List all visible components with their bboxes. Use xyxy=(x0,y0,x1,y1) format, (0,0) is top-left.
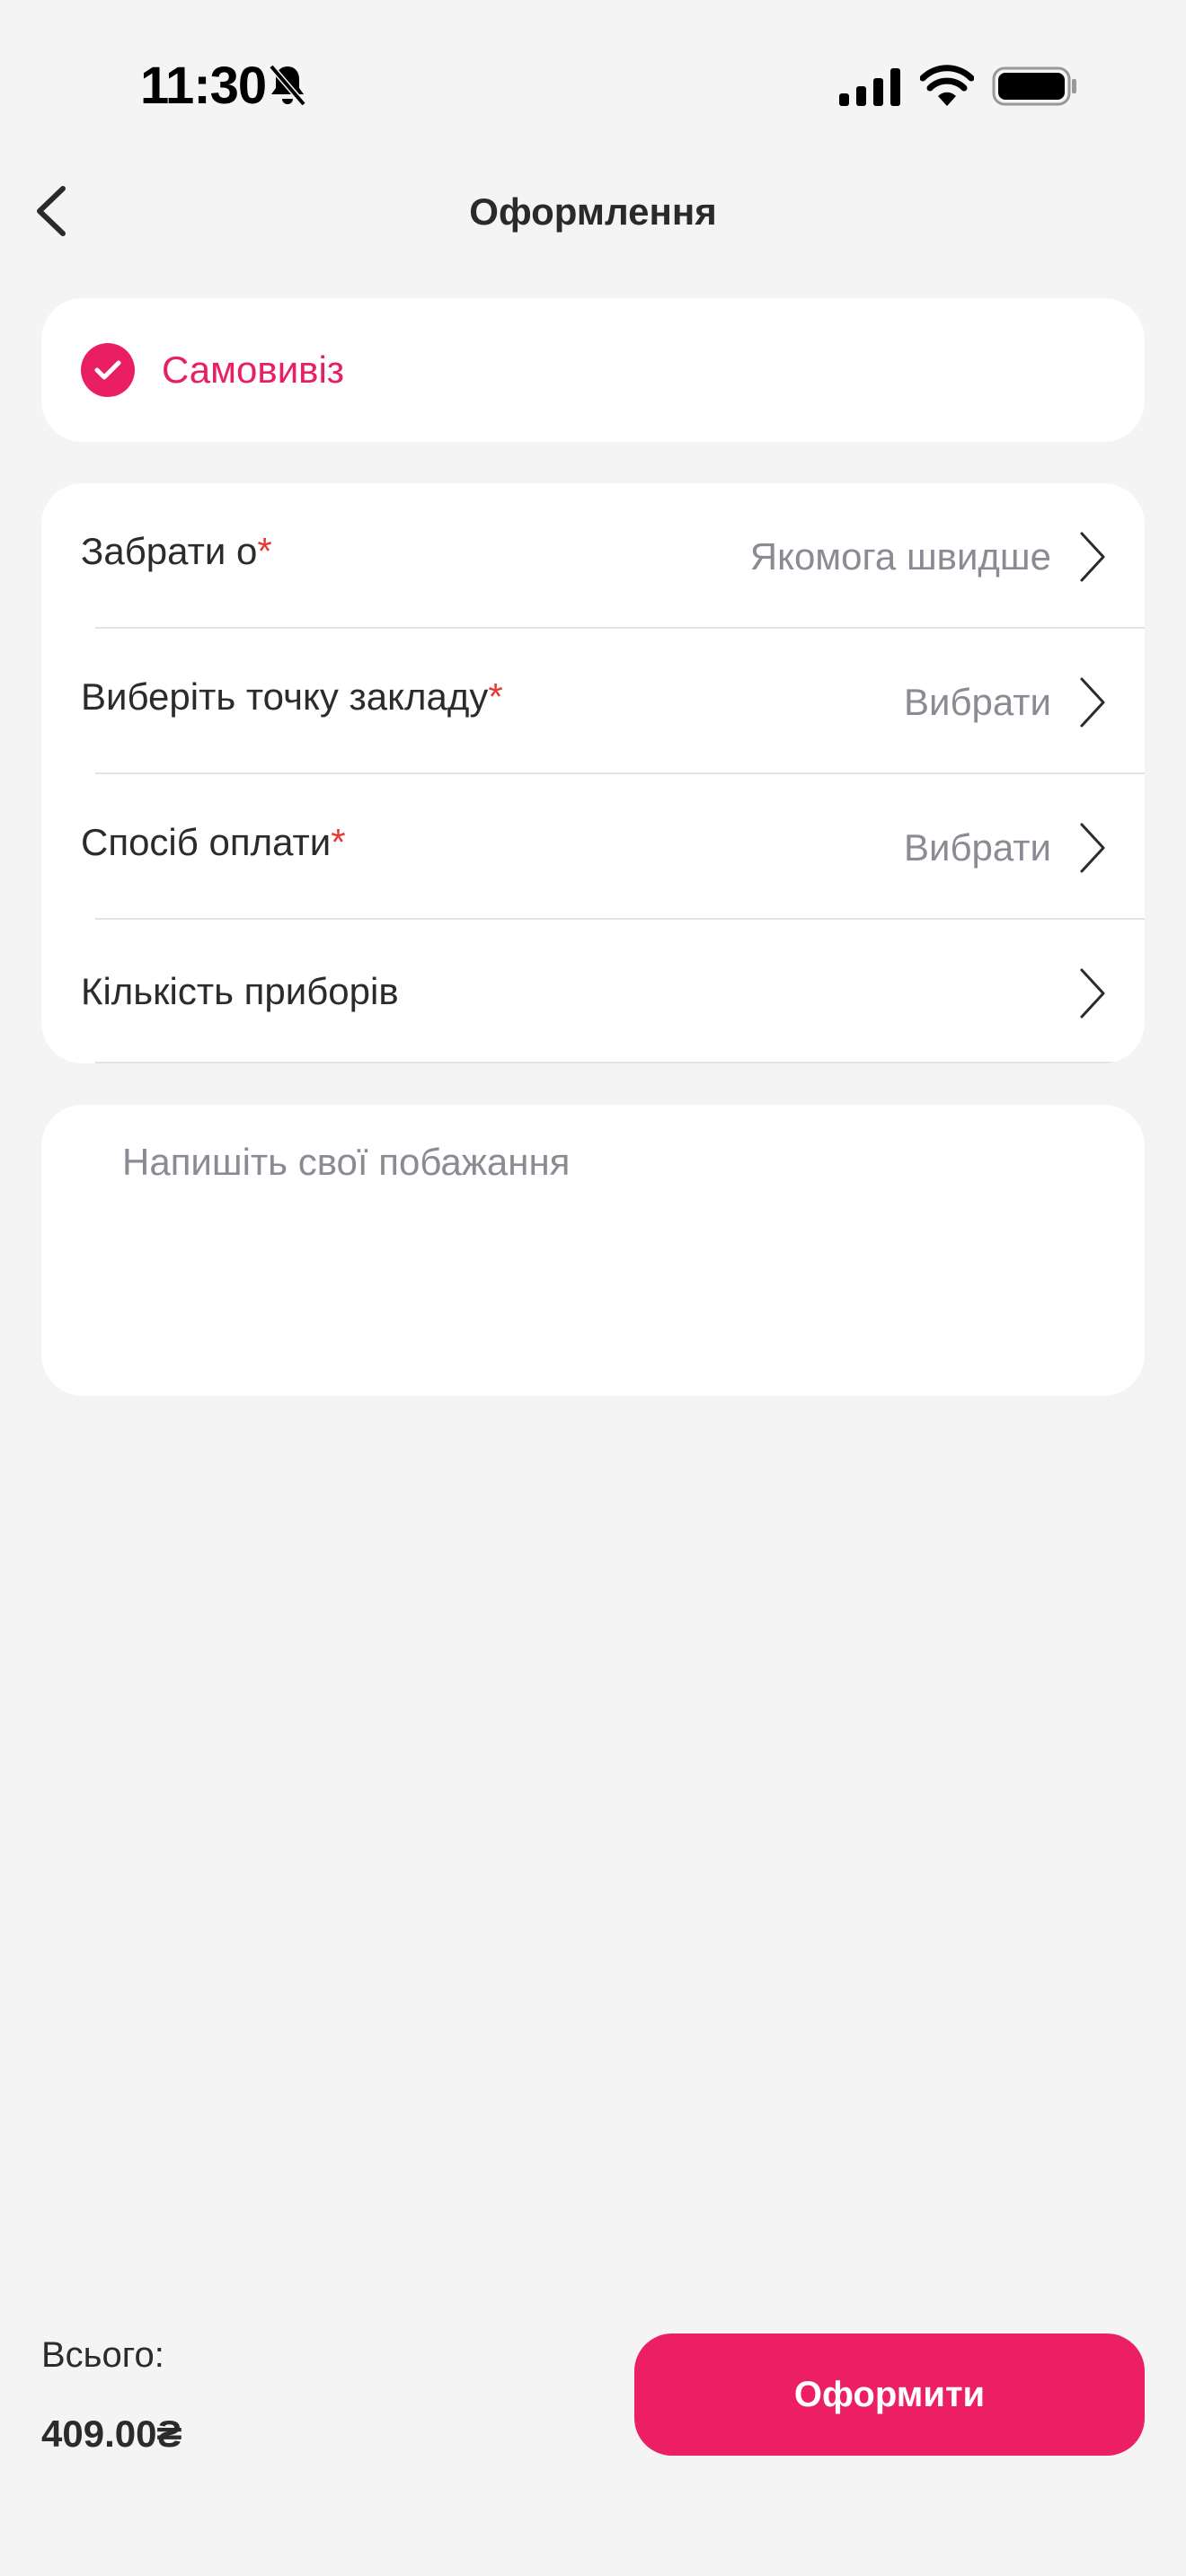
required-marker: * xyxy=(488,675,503,718)
pickup-label: Самовивіз xyxy=(162,348,345,391)
option-value: Вибрати xyxy=(903,826,1051,869)
submit-order-button[interactable]: Оформити xyxy=(634,2333,1145,2456)
divider xyxy=(95,1062,1145,1063)
wishes-card xyxy=(41,1105,1145,1396)
status-time: 11:30 xyxy=(140,57,267,115)
option-value: Якомога швидше xyxy=(749,535,1051,578)
check-circle-icon xyxy=(81,343,135,397)
bell-slash-icon xyxy=(269,64,306,107)
total-label: Всього: xyxy=(41,2335,164,2375)
chevron-right-icon xyxy=(1080,968,1105,1019)
option-label: Кількість приборів xyxy=(81,970,399,1012)
option-select-location[interactable]: Виберіть точку закладу* Вибрати xyxy=(41,629,1145,774)
chevron-right-icon xyxy=(1080,823,1105,873)
chevron-right-icon xyxy=(1080,532,1105,582)
option-cutlery-count[interactable]: Кількість приборів xyxy=(41,920,1145,1063)
checkout-screen: 11:30 Оформлення Самовивіз Забрати о* Як… xyxy=(0,0,1186,2576)
option-label: Забрати о* xyxy=(81,530,272,572)
chevron-right-icon xyxy=(1080,677,1105,728)
order-options: Забрати о* Якомога швидше Виберіть точку… xyxy=(41,483,1145,1063)
required-marker: * xyxy=(331,821,346,863)
battery-icon xyxy=(992,66,1076,106)
option-value: Вибрати xyxy=(903,681,1051,723)
option-payment-method[interactable]: Спосіб оплати* Вибрати xyxy=(41,774,1145,920)
option-pickup-time[interactable]: Забрати о* Якомога швидше xyxy=(41,483,1145,629)
status-bar: 11:30 xyxy=(0,0,1186,171)
page-title: Оформлення xyxy=(469,190,717,233)
wishes-input[interactable] xyxy=(122,1141,1093,1356)
total-value: 409.00₴ xyxy=(41,2413,182,2455)
cellular-signal-icon xyxy=(839,68,900,106)
option-label: Виберіть точку закладу* xyxy=(81,675,503,718)
pickup-option[interactable]: Самовивіз xyxy=(41,298,1145,442)
required-marker: * xyxy=(257,530,272,572)
option-label: Спосіб оплати* xyxy=(81,821,346,863)
wifi-icon xyxy=(920,65,974,106)
